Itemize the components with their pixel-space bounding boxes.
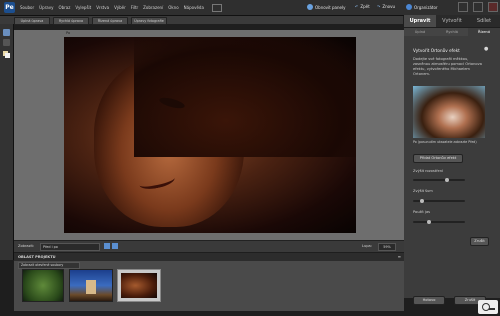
thumbnail-portrait-selected[interactable] — [117, 269, 161, 302]
color-swatch-icon[interactable] — [3, 51, 10, 58]
view-status-bar: Zobrazit: Před i po Lupa: 59% — [14, 240, 404, 252]
organizer-icon — [406, 4, 412, 10]
show-files-value: Zobrazit otevřené soubory — [21, 263, 64, 267]
undo-label: Zpět — [360, 4, 370, 9]
slider-brightness-label: Použít jas — [413, 210, 431, 214]
redo-label: Znovu — [382, 4, 395, 9]
reset-effect-button[interactable]: Zrušit — [470, 237, 489, 246]
subtab-quick[interactable]: Rychlá — [436, 28, 468, 36]
done-button[interactable]: Hotovo — [413, 296, 445, 305]
zoom-tool-icon[interactable] — [3, 29, 10, 36]
menu-filtr[interactable]: Filtr — [131, 5, 138, 10]
lens-handle-icon — [489, 308, 495, 310]
undo-button[interactable]: ↶ Zpět — [355, 4, 370, 9]
close-icon[interactable] — [488, 2, 498, 12]
show-files-select[interactable]: Zobrazit otevřené soubory — [18, 262, 80, 269]
mode-full-edit[interactable]: Úplná úprava — [14, 17, 50, 25]
view-label: Zobrazit: — [18, 244, 35, 248]
preview-caption: Po (posunutím ukazatele zobrazte Před) — [413, 140, 477, 144]
app-logo: Pe — [4, 2, 15, 13]
tab-vytvorit[interactable]: Vytvořit — [436, 15, 468, 27]
menu-vyber[interactable]: Výběr — [114, 5, 126, 10]
menu-list: Soubor Úpravy Obraz Vylepšit Vrstva Výbě… — [20, 0, 222, 15]
tab-upravit[interactable]: Upravit — [404, 15, 436, 27]
edited-photo[interactable] — [64, 37, 356, 233]
mode-photo-edits[interactable]: Úpravy fotografie — [131, 17, 167, 25]
organizer-button[interactable]: Organizátor — [406, 4, 438, 10]
redo-icon: ↷ — [377, 4, 381, 9]
slider-noise-track[interactable] — [413, 199, 465, 203]
watermark-logo — [478, 300, 498, 314]
hand-tool-icon[interactable] — [3, 39, 10, 46]
mode-guided-edit[interactable]: Řízená úprava — [92, 17, 128, 25]
reset-panels-icon — [307, 4, 313, 10]
panel-heading: Vytvořit Ortonův efekt — [413, 48, 460, 53]
slider-brightness-track[interactable] — [413, 220, 465, 224]
slider-blur-label: Zvýšit rozostření — [413, 169, 443, 173]
maximize-icon[interactable] — [473, 2, 483, 12]
menu-soubor[interactable]: Soubor — [20, 5, 34, 10]
panel-description: Dodejte své fotografii měkkou, zasněnou … — [413, 57, 482, 76]
menu-vrstva[interactable]: Vrstva — [96, 5, 109, 10]
menu-vylepsit[interactable]: Vylepšit — [75, 5, 91, 10]
swap-views-icon[interactable] — [104, 243, 110, 249]
workspace-icon[interactable] — [211, 3, 222, 12]
project-bin: Zobrazit otevřené soubory — [14, 261, 404, 311]
menu-upravy[interactable]: Úpravy — [39, 5, 53, 10]
guided-edit-panel: Vytvořit Ortonův efekt ● Dodejte své fot… — [404, 36, 500, 305]
menu-zobrazeni[interactable]: Zobrazení — [143, 5, 163, 10]
menu-napoveda[interactable]: Nápověda — [184, 5, 204, 10]
menu-obraz[interactable]: Obraz — [58, 5, 70, 10]
slider-noise-label: Zvýšit šum — [413, 189, 433, 193]
menu-bar: Pe Soubor Úpravy Obraz Vylepšit Vrstva V… — [0, 0, 500, 16]
window-controls — [446, 2, 498, 12]
project-bin-title: OBLAST PROJEKTU — [18, 255, 56, 259]
thumbnail-castle[interactable] — [69, 269, 113, 302]
bulb-icon: ● — [484, 46, 489, 52]
panel-tabs: Upravit Vytvořit Sdílet — [404, 15, 500, 27]
redo-button[interactable]: ↷ Znovu — [377, 4, 395, 9]
minimize-icon[interactable] — [458, 2, 468, 12]
thumbnail-garden[interactable] — [22, 269, 64, 302]
organizer-label: Organizátor — [414, 4, 438, 10]
reset-panels-button[interactable]: Obnovit panely — [307, 4, 345, 10]
zoom-level-field[interactable]: 59% — [378, 243, 396, 251]
reset-panels-label: Obnovit panely — [315, 4, 346, 10]
slider-brightness-knob[interactable] — [426, 220, 431, 224]
tool-panel — [0, 24, 14, 260]
portrait-thumb-image — [121, 273, 157, 298]
sync-views-icon[interactable] — [112, 243, 118, 249]
tab-sdilet[interactable]: Sdílet — [468, 15, 500, 27]
document-label: Po — [66, 31, 71, 35]
subtab-full[interactable]: Úplná — [404, 28, 436, 36]
slider-noise-knob[interactable] — [420, 199, 425, 203]
menu-okno[interactable]: Okno — [168, 5, 178, 10]
bin-menu-icon[interactable]: ≡ — [398, 254, 401, 259]
edit-mode-subtabs: Úplná Rychlá Řízená — [404, 28, 500, 36]
slider-blur-knob[interactable] — [444, 178, 449, 182]
zoom-level-label: Lupa: — [362, 244, 372, 248]
mode-quick-edit[interactable]: Rychlá úprava — [53, 17, 89, 25]
zoom-level-value: 59% — [383, 245, 391, 249]
subtab-guided[interactable]: Řízená — [468, 28, 500, 36]
add-orton-effect-button[interactable]: Přidat Ortonův efekt — [413, 154, 463, 163]
slider-blur-track[interactable] — [413, 178, 465, 182]
view-select[interactable]: Před i po — [40, 243, 100, 251]
undo-icon: ↶ — [355, 4, 359, 9]
castle-building — [86, 280, 96, 294]
view-select-value: Před i po — [43, 245, 58, 249]
background-color — [5, 53, 10, 58]
effect-preview-image[interactable] — [413, 86, 485, 138]
option-bar: Úplná úprava Rychlá úprava Řízená úprava… — [0, 16, 403, 25]
